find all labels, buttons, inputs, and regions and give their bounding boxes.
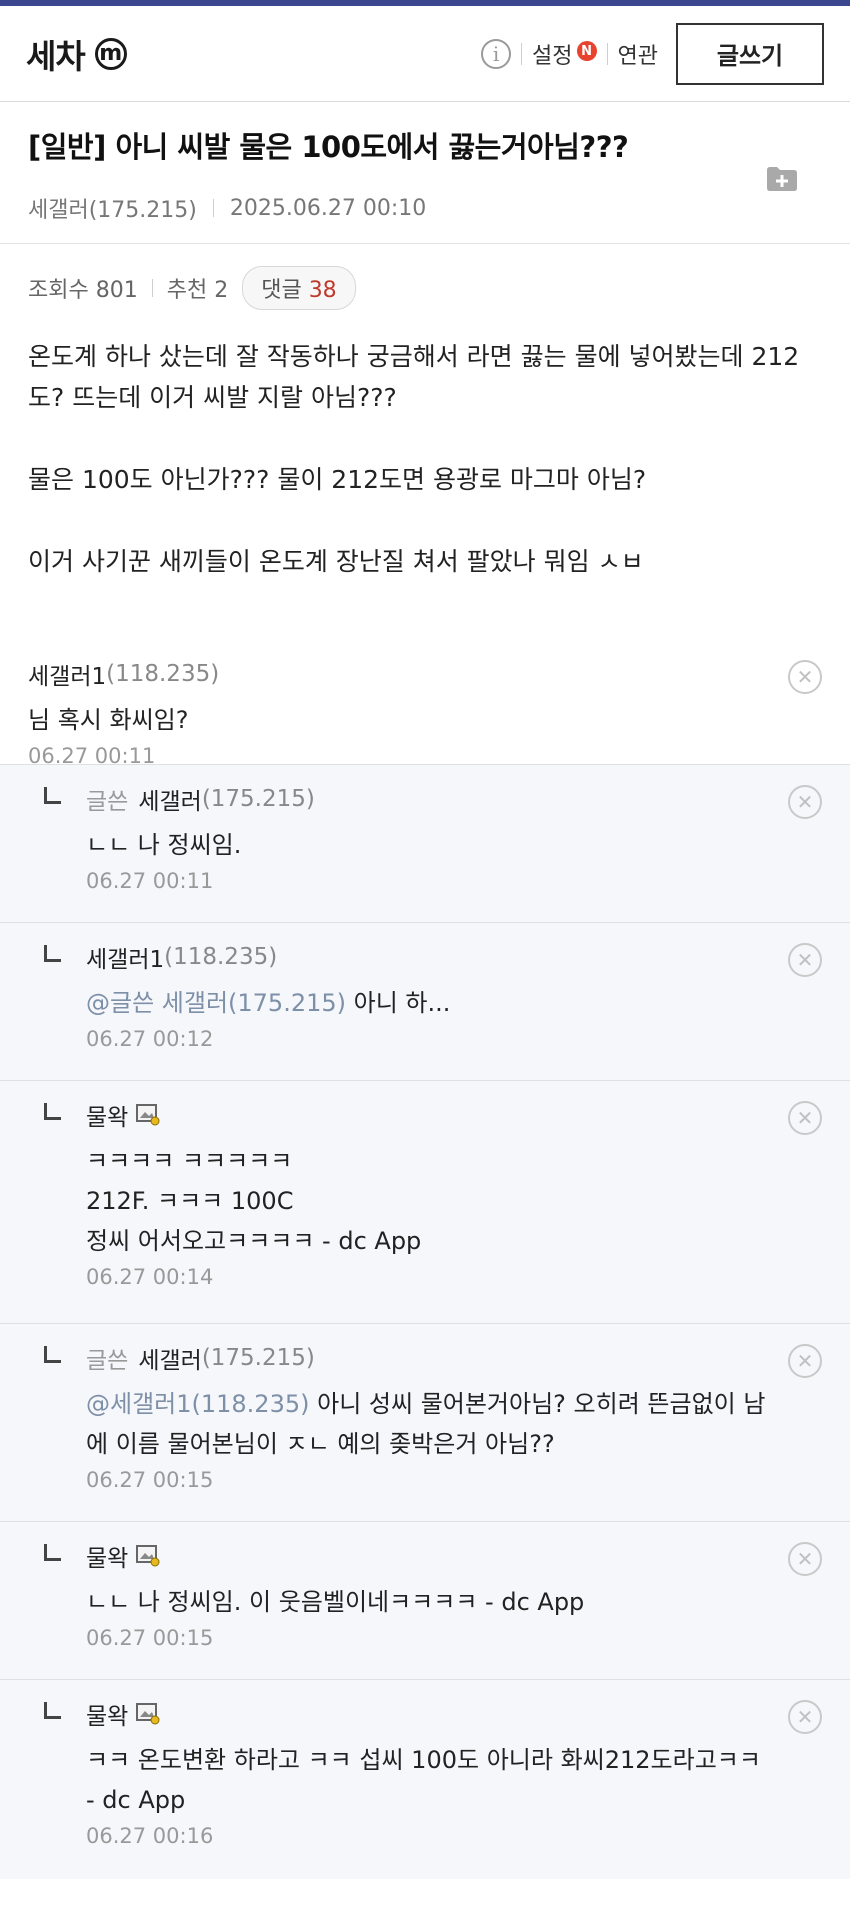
post-paragraph: 이거 사기꾼 새끼들이 온도계 장난질 쳐서 팔았나 뭐임 ㅅㅂ [28, 547, 644, 576]
post-title: [일반] 아니 씨발 물은 100도에서 끓는거아님??? [28, 130, 629, 164]
comment-count-button[interactable]: 댓글 38 [242, 266, 356, 310]
app-header: 세차 m i 설정 N 연관 글쓰기 [0, 6, 850, 102]
comment-author[interactable]: 물왁 [86, 1098, 128, 1132]
delete-comment-icon[interactable]: ✕ [788, 785, 822, 819]
post-author[interactable]: 세갤러(175.215) [28, 192, 197, 224]
comment-header: 글쓴 세갤러 (175.215) [86, 1342, 822, 1374]
comment-header: 세갤러1 (118.235) [28, 658, 822, 690]
comment-mention[interactable]: @세갤러1(118.235) [86, 1390, 309, 1418]
comment-header: 물왁 [86, 1540, 822, 1572]
comment-ip: (175.215) [201, 786, 315, 812]
comment-label: 댓글 [261, 278, 302, 303]
reply-arrow-icon [44, 945, 61, 962]
comment-ip: (118.235) [106, 661, 220, 687]
comment-author[interactable]: 세갤러 [138, 1341, 201, 1375]
comment-count: 38 [308, 278, 337, 303]
info-icon[interactable]: i [481, 38, 512, 69]
recommend-count: 추천 2 [166, 278, 229, 303]
post-paragraph: 온도계 하나 샀는데 잘 작동하나 궁금해서 라면 끓는 물에 넣어봤는데 21… [28, 342, 800, 412]
reply-arrow-icon [44, 1544, 61, 1561]
comment-header: 글쓴 세갤러 (175.215) [86, 783, 822, 815]
minor-gallery-badge-icon: m [94, 37, 127, 70]
comment-date: 06.27 00:12 [86, 1027, 214, 1051]
reply-arrow-icon [44, 1702, 61, 1719]
comment-author[interactable]: 세갤러1 [28, 657, 106, 691]
post-meta: 세갤러(175.215) 2025.06.27 00:10 [28, 192, 822, 224]
related-link[interactable]: 연관 [618, 38, 658, 70]
settings-link[interactable]: 설정 N [532, 38, 597, 70]
comment-date: 06.27 00:11 [86, 869, 214, 893]
comment-mention[interactable]: @글쓴 세갤러(175.215) [86, 989, 346, 1017]
divider [521, 42, 523, 65]
comment-author[interactable]: 세갤러 [138, 782, 201, 816]
comment-text: ㅋㅋ 온도변환 하라고 ㅋㅋ 섭씨 100도 아니라 화씨212도라고ㅋㅋ - … [86, 1746, 761, 1814]
comment-author[interactable]: 물왁 [86, 1539, 128, 1573]
comment-text-line: 정씨 어서오고ㅋㅋㅋㅋ - dc App [86, 1227, 422, 1255]
comment-list: 세갤러1 (118.235) 님 혹시 화씨임? 06.27 00:11 ✕ 글쓴… [0, 640, 850, 1879]
add-folder-icon[interactable] [766, 166, 798, 192]
delete-comment-icon[interactable]: ✕ [788, 1700, 822, 1734]
divider [606, 42, 608, 65]
comment-ip: (118.235) [164, 944, 278, 970]
comment-text: ㄴㄴ 나 정씨임. [86, 831, 242, 859]
divider [151, 279, 153, 297]
post-datetime: 2025.06.27 00:10 [229, 195, 427, 221]
comment-author[interactable]: 물왁 [86, 1697, 128, 1731]
gallery-member-icon [136, 1104, 160, 1126]
delete-comment-icon[interactable]: ✕ [788, 943, 822, 977]
gallery-member-icon [136, 1545, 160, 1567]
comment-date: 06.27 00:15 [86, 1468, 214, 1492]
reply-item: 글쓴 세갤러 (175.215) @세갤러1(118.235) 아니 성씨 물어본… [0, 1323, 850, 1521]
new-badge: N [576, 41, 597, 61]
reply-arrow-icon [44, 1103, 61, 1120]
comment-text-line: 212F. ㅋㅋㅋ 100C [86, 1187, 294, 1215]
reply-arrow-icon [44, 1346, 61, 1363]
original-poster-tag: 글쓴 [86, 1348, 129, 1374]
divider [212, 199, 214, 217]
reply-item: 물왁 ㄴㄴ 나 정씨임. 이 웃음벨이네ㅋㅋㅋㅋ - dc App 06.27 … [0, 1521, 850, 1679]
reply-item: 글쓴 세갤러 (175.215) ㄴㄴ 나 정씨임. 06.27 00:11 ✕ [0, 764, 850, 922]
comment-ip: (175.215) [201, 1345, 315, 1371]
comment-date: 06.27 00:14 [86, 1265, 214, 1289]
write-post-button[interactable]: 글쓰기 [676, 22, 824, 85]
delete-comment-icon[interactable]: ✕ [788, 1101, 822, 1135]
comment-text: @글쓴 세갤러(175.215) 아니 하... [86, 983, 822, 1023]
comment-header: 세갤러1 (118.235) [86, 941, 822, 973]
comment-text: ㄴㄴ 나 정씨임. 이 웃음벨이네ㅋㅋㅋㅋ - dc App [86, 1588, 585, 1616]
gallery-name[interactable]: 세차 [26, 30, 86, 78]
gallery-member-icon [136, 1703, 160, 1725]
post-body: 온도계 하나 샀는데 잘 작동하나 궁금해서 라면 끓는 물에 넣어봤는데 21… [0, 310, 850, 640]
post-header: [일반] 아니 씨발 물은 100도에서 끓는거아님??? 세갤러(175.21… [0, 102, 850, 244]
original-poster-tag: 글쓴 [86, 789, 129, 815]
comment-author[interactable]: 세갤러1 [86, 940, 164, 974]
comment-text-line: 아니 하... [346, 989, 451, 1017]
comment-date: 06.27 00:15 [86, 1626, 214, 1650]
comment-header: 물왁 [86, 1099, 822, 1131]
reply-arrow-icon [44, 787, 61, 804]
comment-text-line: ㅋㅋㅋㅋ ㅋㅋㅋㅋㅋ [86, 1147, 293, 1175]
reply-item: 세갤러1 (118.235) @글쓴 세갤러(175.215) 아니 하... 0… [0, 922, 850, 1080]
view-count: 조회수 801 [28, 278, 138, 303]
comment-text: @세갤러1(118.235) 아니 성씨 물어본거아님? 오히려 뜬금없이 남에… [86, 1384, 822, 1464]
delete-comment-icon[interactable]: ✕ [788, 660, 822, 694]
post-paragraph: 물은 100도 아닌가??? 물이 212도면 용광로 마그마 아님? [28, 465, 647, 494]
gallery-brand[interactable]: 세차 m [26, 30, 127, 78]
comment-text: 님 혹시 화씨임? [28, 706, 189, 734]
comment-text: ㅋㅋㅋㅋ ㅋㅋㅋㅋㅋ 212F. ㅋㅋㅋ 100C 정씨 어서오고ㅋㅋㅋㅋ - … [86, 1141, 822, 1261]
comment-item: 세갤러1 (118.235) 님 혹시 화씨임? 06.27 00:11 ✕ [0, 640, 850, 768]
comment-date: 06.27 00:16 [86, 1824, 214, 1848]
settings-label: 설정 [532, 43, 573, 69]
reply-item: 물왁 ㅋㅋ 온도변환 하라고 ㅋㅋ 섭씨 100도 아니라 화씨212도라고ㅋㅋ… [0, 1679, 850, 1879]
reply-item: 물왁 ㅋㅋㅋㅋ ㅋㅋㅋㅋㅋ 212F. ㅋㅋㅋ 100C 정씨 어서오고ㅋㅋㅋㅋ… [0, 1080, 850, 1323]
delete-comment-icon[interactable]: ✕ [788, 1344, 822, 1378]
delete-comment-icon[interactable]: ✕ [788, 1542, 822, 1576]
comment-header: 물왁 [86, 1698, 822, 1730]
post-stats: 조회수 801 추천 2 댓글 38 [0, 244, 850, 310]
